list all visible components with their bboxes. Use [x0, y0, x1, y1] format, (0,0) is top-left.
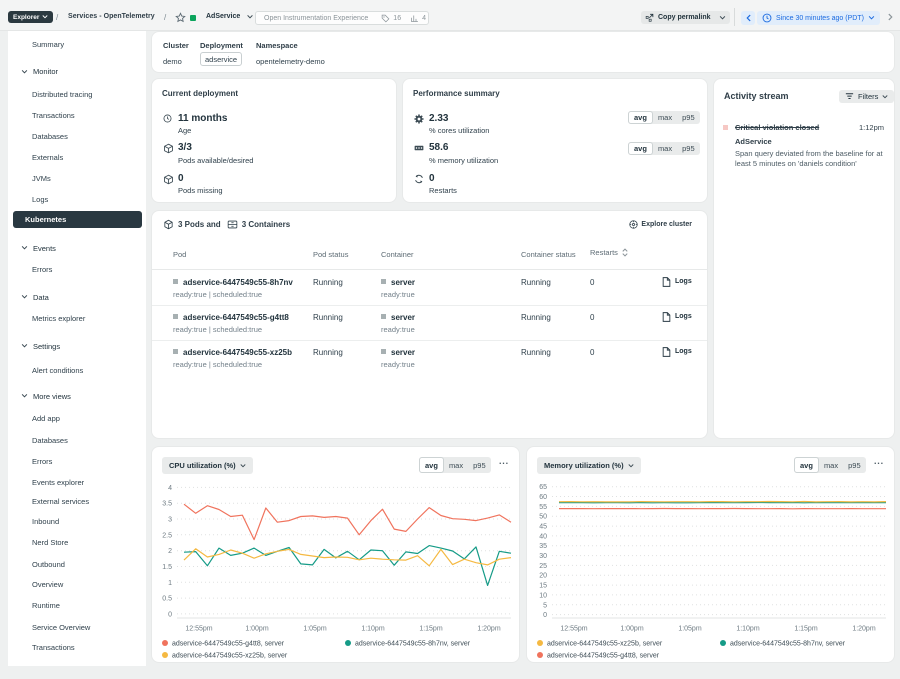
svg-text:35: 35: [539, 543, 547, 550]
svg-text:0: 0: [168, 611, 172, 618]
svg-text:10: 10: [539, 592, 547, 599]
svg-text:1:15pm: 1:15pm: [419, 626, 443, 633]
svg-text:1.5: 1.5: [162, 564, 172, 571]
svg-text:50: 50: [539, 514, 547, 521]
svg-text:60: 60: [539, 494, 547, 501]
svg-text:30: 30: [539, 553, 547, 560]
svg-text:65: 65: [539, 484, 547, 491]
svg-text:1: 1: [168, 580, 172, 587]
svg-text:1:05pm: 1:05pm: [303, 626, 327, 633]
svg-text:25: 25: [539, 563, 547, 570]
svg-text:5: 5: [543, 602, 547, 609]
svg-text:12:55pm: 12:55pm: [560, 626, 587, 633]
svg-text:1:10pm: 1:10pm: [736, 626, 760, 633]
svg-text:55: 55: [539, 504, 547, 511]
svg-text:1:10pm: 1:10pm: [361, 626, 385, 633]
svg-text:1:20pm: 1:20pm: [852, 626, 876, 633]
svg-text:0.5: 0.5: [162, 596, 172, 603]
svg-text:45: 45: [539, 524, 547, 531]
svg-text:2.5: 2.5: [162, 532, 172, 539]
svg-text:12:55pm: 12:55pm: [185, 626, 212, 633]
svg-text:15: 15: [539, 583, 547, 590]
svg-text:20: 20: [539, 573, 547, 580]
svg-text:1:20pm: 1:20pm: [477, 626, 501, 633]
svg-text:40: 40: [539, 533, 547, 540]
svg-text:2: 2: [168, 548, 172, 555]
svg-text:1:00pm: 1:00pm: [245, 626, 269, 633]
svg-text:3.5: 3.5: [162, 501, 172, 508]
svg-text:1:05pm: 1:05pm: [678, 626, 702, 633]
svg-text:1:15pm: 1:15pm: [794, 626, 818, 633]
svg-text:1:00pm: 1:00pm: [620, 626, 644, 633]
svg-text:4: 4: [168, 485, 172, 492]
svg-text:0: 0: [543, 612, 547, 619]
svg-text:3: 3: [168, 517, 172, 524]
